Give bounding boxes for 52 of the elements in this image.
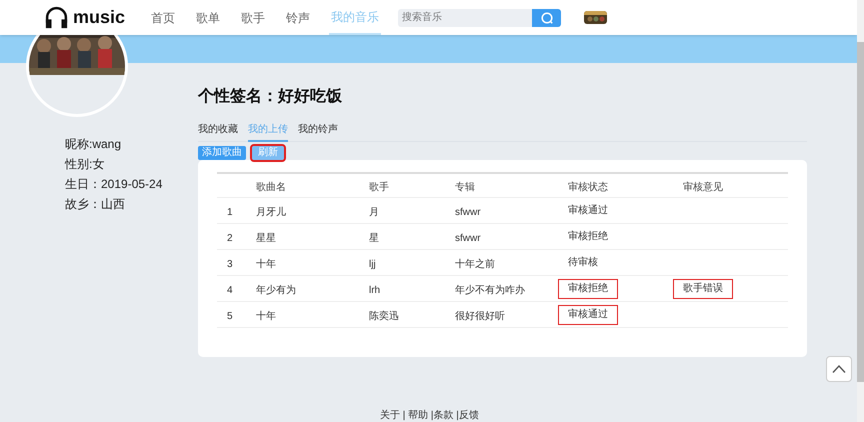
table-cell: sfwwr xyxy=(455,206,481,218)
nav-link[interactable]: 铃声 xyxy=(284,0,312,35)
column-header: 审核意见 xyxy=(683,182,723,192)
nav-link[interactable]: 歌单 xyxy=(194,0,222,35)
chevron-up-icon xyxy=(832,365,846,373)
table-cell: 审核拒绝 xyxy=(568,230,608,242)
table-cell: 十年之前 xyxy=(455,258,495,270)
column-header: 歌手 xyxy=(369,182,389,192)
table-cell: lrh xyxy=(369,284,380,296)
table-cell: 月 xyxy=(369,206,379,218)
table-cell: 歌手错误 xyxy=(674,280,732,298)
table-cell: 审核拒绝 xyxy=(559,280,617,298)
table-cell: 陈奕迅 xyxy=(369,310,399,322)
table-cell: sfwwr xyxy=(455,232,481,244)
table-cell: 5 xyxy=(227,310,233,322)
column-header: 专辑 xyxy=(455,182,475,192)
tab[interactable]: 我的铃声 xyxy=(298,122,338,142)
table-cell: 年少不有为咋办 xyxy=(455,284,525,296)
profile-detail: 生日：2019-05-24 xyxy=(65,176,164,192)
scrollbar[interactable] xyxy=(857,0,864,422)
column-header: 审核状态 xyxy=(568,182,608,192)
search-icon xyxy=(540,12,553,24)
table-cell: 月牙儿 xyxy=(256,206,286,218)
profile-detail: 昵称:wang xyxy=(65,136,122,152)
table-cell: 待审核 xyxy=(568,256,598,268)
nav-link[interactable]: 首页 xyxy=(149,0,178,35)
table-cell: 年少有为 xyxy=(256,284,296,296)
logo-text: music xyxy=(73,6,126,29)
footer-links: 关于 | 帮助 |条款 |反馈 xyxy=(380,408,479,422)
table-cell: 星星 xyxy=(256,232,276,244)
table-cell: 审核通过 xyxy=(559,306,617,324)
table-cell: 审核通过 xyxy=(568,204,608,216)
table-cell: 星 xyxy=(369,232,379,244)
headphones-icon xyxy=(44,5,69,30)
table-cell: 很好很好听 xyxy=(455,310,505,322)
tab[interactable]: 我的收藏 xyxy=(198,122,238,142)
table-cell: 十年 xyxy=(256,258,276,270)
search-field[interactable]: 搜索音乐 xyxy=(398,8,532,26)
table-cell: 3 xyxy=(227,258,233,270)
search-button[interactable] xyxy=(532,8,562,26)
nav-link[interactable]: 歌手 xyxy=(239,0,268,35)
table-cell: 4 xyxy=(227,284,233,296)
back-to-top-button[interactable] xyxy=(826,356,852,382)
add-song-button[interactable]: 添加歌曲 xyxy=(198,146,246,160)
profile-detail: 性别:女 xyxy=(65,156,106,172)
column-header: 歌曲名 xyxy=(256,182,286,192)
table-cell: 十年 xyxy=(256,310,276,322)
signature-heading: 个性签名：好好吃饭 xyxy=(198,86,343,107)
table-cell: 1 xyxy=(227,206,233,218)
profile-detail: 故乡：山西 xyxy=(65,196,126,212)
table-cell: 2 xyxy=(227,232,233,244)
table-cell: ljj xyxy=(369,258,376,270)
